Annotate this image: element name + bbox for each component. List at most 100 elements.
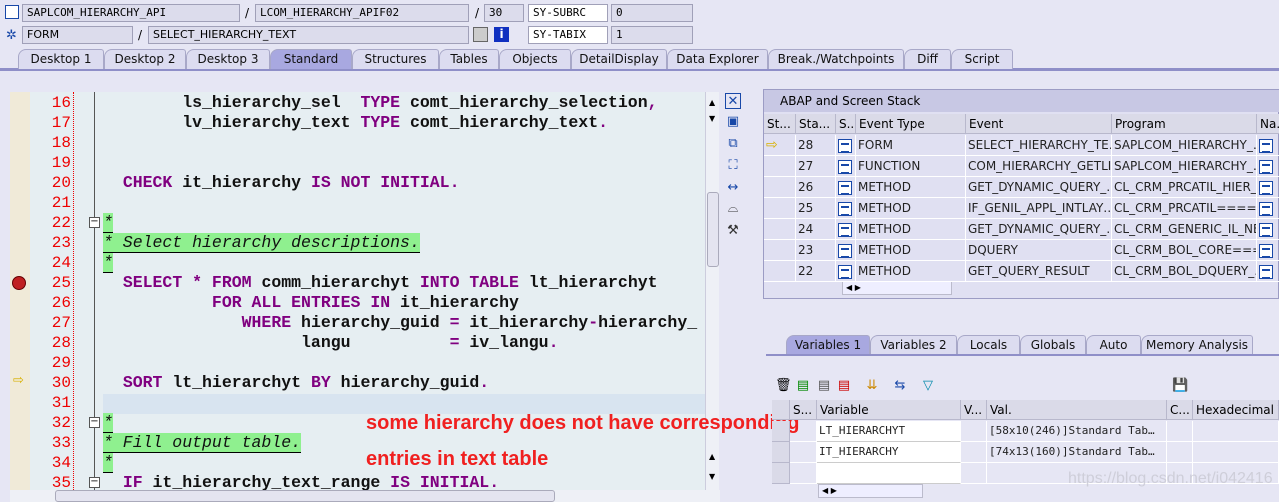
stack-col-s[interactable]: S.. — [836, 114, 856, 134]
tab-detaildisplay[interactable]: DetailDisplay — [571, 49, 667, 69]
code-line[interactable]: IF it_hierarchy_text_range IS INITIAL. — [103, 473, 499, 490]
resize-width-icon[interactable]: ↔ — [725, 180, 741, 196]
var-col-v[interactable]: V... — [961, 400, 987, 420]
navigate-icon[interactable] — [1257, 135, 1279, 156]
scroll-up-icon[interactable]: ▲ — [709, 452, 715, 461]
tab-tables[interactable]: Tables — [439, 49, 499, 69]
code-line[interactable]: lv_hierarchy_text TYPE comt_hierarchy_te… — [103, 113, 608, 133]
row-selector[interactable] — [772, 463, 790, 484]
code-line[interactable]: SORT lt_hierarchyt BY hierarchy_guid. — [103, 373, 489, 393]
navigate-icon[interactable] — [1257, 261, 1279, 282]
sy-subrc-label[interactable]: SY-SUBRC — [528, 4, 608, 22]
tab-desktop-2[interactable]: Desktop 2 — [104, 49, 186, 69]
tab-variables-1[interactable]: Variables 1 — [786, 335, 870, 355]
sy-tabix-label[interactable]: SY-TABIX — [528, 26, 608, 44]
tab-variables-2[interactable]: Variables 2 — [870, 335, 957, 355]
var-col-c[interactable]: C... — [1167, 400, 1193, 420]
fold-toggle[interactable]: − — [89, 417, 100, 428]
scroll-up-icon[interactable]: ▲ — [709, 98, 715, 107]
code-line[interactable]: * — [103, 253, 113, 273]
stack-col-status[interactable]: St... — [764, 114, 796, 134]
navigate-icon[interactable] — [1257, 219, 1279, 240]
scrollbar-thumb[interactable] — [55, 490, 555, 502]
code-line[interactable]: * — [103, 453, 113, 473]
delete-row-icon[interactable]: ▤ — [836, 378, 852, 394]
vars-horizontal-scrollbar[interactable]: ◀ ▶ — [818, 484, 923, 498]
close-icon[interactable]: ✕ — [725, 93, 741, 109]
maximize-icon[interactable]: ⛶ — [725, 158, 741, 174]
tab-objects[interactable]: Objects — [499, 49, 571, 69]
import-icon[interactable]: ⇊ — [864, 378, 880, 394]
scroll-down-icon[interactable]: ▼ — [709, 114, 715, 123]
code-line[interactable]: SELECT * FROM comm_hierarchyt INTO TABLE… — [103, 273, 658, 293]
stack-row[interactable]: 26 METHOD GET_DYNAMIC_QUERY_… CL_CRM_PRCATI… — [764, 177, 1279, 198]
editor-horizontal-scrollbar[interactable] — [10, 490, 720, 502]
var-col-s[interactable]: S... — [790, 400, 817, 420]
include-field[interactable]: LCOM_HIERARCHY_APIF02 — [255, 4, 469, 22]
settings-tool-icon[interactable]: ⚒ — [725, 223, 741, 239]
code-line[interactable]: WHERE hierarchy_guid = it_hierarchy-hier… — [103, 313, 698, 333]
info-icon[interactable]: i — [494, 27, 509, 42]
tab-memory-analysis[interactable]: Memory Analysis — [1141, 335, 1253, 355]
stack-horizontal-scrollbar[interactable]: ◀ ▶ — [842, 281, 952, 295]
tab-desktop-1[interactable]: Desktop 1 — [18, 49, 104, 69]
tab-locals[interactable]: Locals — [957, 335, 1020, 355]
row-selector-header[interactable] — [772, 400, 790, 420]
program-field[interactable]: SAPLCOM_HIERARCHY_API — [22, 4, 240, 22]
tab-script[interactable]: Script — [951, 49, 1013, 69]
code-line[interactable]: * Select hierarchy descriptions. — [103, 233, 420, 253]
variable-name-input[interactable] — [817, 463, 961, 484]
stack-row[interactable]: 22 METHOD GET_QUERY_RESULT CL_CRM_BOL_DQUER… — [764, 261, 1279, 282]
transfer-icon[interactable]: ⇆ — [892, 378, 908, 394]
stack-col-level[interactable]: Sta... — [796, 114, 836, 134]
var-col-hex[interactable]: Hexadecimal Va — [1193, 400, 1279, 420]
code-line[interactable]: * — [103, 213, 113, 233]
line-field[interactable]: 30 — [484, 4, 524, 22]
navigate-icon[interactable] — [1257, 198, 1279, 219]
navigate-icon[interactable] — [1257, 240, 1279, 261]
stack-col-event-type[interactable]: Event Type — [856, 114, 966, 134]
navigate-icon[interactable] — [1257, 177, 1279, 198]
tab-breakpoints[interactable]: Break./Watchpoints — [768, 49, 904, 69]
stack-col-navigate[interactable]: Na.. — [1257, 114, 1279, 134]
tab-auto[interactable]: Auto — [1086, 335, 1141, 355]
variable-name-input[interactable]: LT_HIERARCHYT — [817, 421, 961, 442]
scrollbar-thumb[interactable] — [707, 192, 719, 267]
tab-globals[interactable]: Globals — [1020, 335, 1086, 355]
event-type-field[interactable]: FORM — [22, 26, 133, 44]
code-line[interactable]: ls_hierarchy_sel TYPE comt_hierarchy_sel… — [103, 93, 657, 113]
navigate-icon[interactable] — [473, 27, 488, 42]
stack-row[interactable]: 24 METHOD GET_DYNAMIC_QUERY_… CL_CRM_GENERI… — [764, 219, 1279, 240]
variable-name-input[interactable]: IT_HIERARCHY — [817, 442, 961, 463]
delete-icon[interactable]: 🗑 — [775, 378, 792, 394]
event-field[interactable]: SELECT_HIERARCHY_TEXT — [148, 26, 469, 44]
tab-standard[interactable]: Standard — [270, 49, 352, 69]
row-selector[interactable] — [772, 421, 790, 442]
tool-icon[interactable]: ⌓ — [725, 201, 741, 217]
stack-col-program[interactable]: Program — [1112, 114, 1257, 134]
code-line[interactable]: * — [103, 413, 113, 433]
save-icon[interactable]: 💾 — [1172, 378, 1188, 394]
filter-icon[interactable]: ▽ — [920, 378, 936, 394]
tab-structures[interactable]: Structures — [352, 49, 439, 69]
fold-toggle[interactable]: − — [89, 217, 100, 228]
row-selector[interactable] — [772, 442, 790, 463]
swap-icon[interactable]: ⧉ — [725, 136, 741, 152]
tab-desktop-3[interactable]: Desktop 3 — [186, 49, 270, 69]
stack-row[interactable]: 25 METHOD IF_GENIL_APPL_INTLAY… CL_CRM_PRCA… — [764, 198, 1279, 219]
tab-data-explorer[interactable]: Data Explorer — [667, 49, 768, 69]
var-col-variable[interactable]: Variable — [817, 400, 961, 420]
code-line[interactable]: FOR ALL ENTRIES IN it_hierarchy — [103, 293, 519, 313]
var-col-value[interactable]: Val. — [987, 400, 1167, 420]
stack-row[interactable]: 27 FUNCTION COM_HIERARCHY_GETLI… SAPLCOM_HI… — [764, 156, 1279, 177]
stack-col-event[interactable]: Event — [966, 114, 1112, 134]
breakpoint-gutter[interactable] — [10, 92, 30, 490]
navigate-icon[interactable] — [1257, 156, 1279, 177]
append-row-icon[interactable]: ▤ — [816, 378, 832, 394]
value-cell[interactable]: [74x13(160)]Standard Tab… — [987, 442, 1167, 463]
new-window-icon[interactable]: ▣ — [725, 114, 741, 130]
stack-row[interactable]: 23 METHODDQUERYCL_CRM_BOL_CORE===… — [764, 240, 1279, 261]
value-cell[interactable]: [58x10(246)]Standard Tab… — [987, 421, 1167, 442]
code-line[interactable]: langu = iv_langu. — [103, 333, 558, 353]
stack-row[interactable]: ⇨ 28 FORM SELECT_HIERARCHY_TE… SAPLCOM_HIERA… — [764, 135, 1279, 156]
